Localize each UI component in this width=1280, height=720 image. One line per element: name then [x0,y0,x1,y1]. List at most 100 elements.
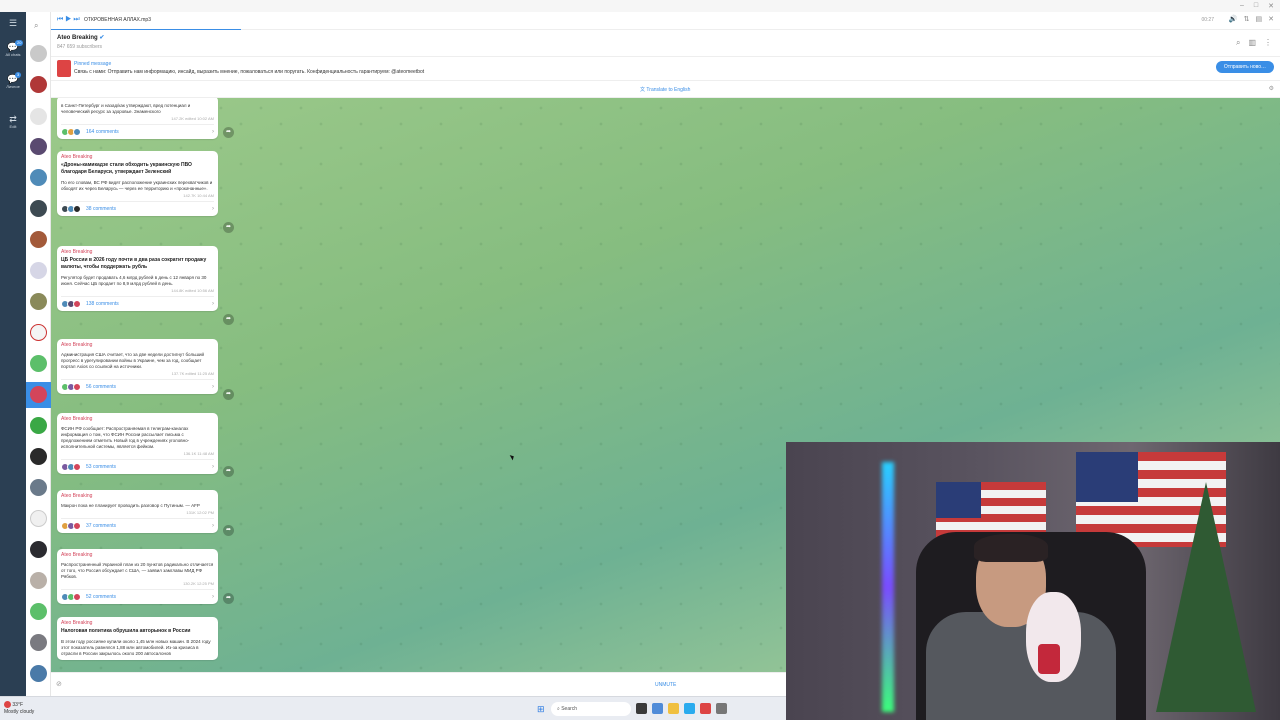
folder-personal[interactable]: 💬 3 Личное [0,72,26,89]
chat-avatar[interactable] [30,355,47,372]
chat-avatar[interactable] [30,138,47,155]
message-author[interactable]: Ateo Breaking [61,416,214,422]
chat-avatar[interactable] [30,572,47,589]
message-meta: 137.7K edited 11:25 AM [171,371,214,376]
translate-icon: 文 [640,87,646,93]
close-button[interactable]: ✕ [1268,2,1274,10]
message-author[interactable]: Ateo Breaking [61,493,214,499]
folder-all-chats[interactable]: 💬 20 All chats [0,40,26,57]
chat-avatar[interactable] [30,479,47,496]
forward-icon[interactable]: ➦ [223,314,234,325]
message-bubble[interactable]: Ateo Breaking Налоговая политика обрушил… [57,617,218,660]
message-bubble[interactable]: Ateo Breaking Макрон пока не планирует п… [57,490,218,533]
search-icon[interactable]: ⌕ [34,21,38,31]
message-author[interactable]: Ateo Breaking [61,342,214,348]
pinned-message-bar[interactable]: Pinned message Связь с нами: Отправить н… [51,57,1280,81]
telegram-icon[interactable] [684,703,695,714]
app-icon[interactable] [700,703,711,714]
message-body: в Санкт-Петербург и назад/как утверждают… [61,103,191,114]
header-tools: ⌕ ▥ ⋮ [1236,38,1272,48]
player-controls[interactable]: ⏮ ▶ ⏭ [57,16,80,24]
hamburger-icon: ☰ [8,18,18,28]
message-bubble[interactable]: Ateo Breaking ФСИН РФ сообщает: Распрост… [57,413,218,474]
forward-icon[interactable]: ➦ [223,593,234,604]
sidebar-toggle-icon[interactable]: ▥ [1248,38,1256,48]
volume-icon[interactable]: 🔊 [1229,15,1238,23]
message-bubble[interactable]: в Санкт-Петербург и назад/как утверждают… [57,98,218,139]
chat-avatar[interactable] [30,76,47,93]
paperclip-icon[interactable]: ⊘ [56,680,62,688]
more-options-icon[interactable]: ⋮ [1264,38,1272,48]
search-icon[interactable]: ⌕ [1236,38,1240,48]
translate-label: Translate to English [646,87,691,93]
chat-avatar[interactable] [30,231,47,248]
streamer-body [926,612,1116,720]
chat-avatar[interactable] [30,448,47,465]
comments-row[interactable]: 52 comments › [61,589,214,601]
forward-icon[interactable]: ➦ [223,466,234,477]
chat-avatar[interactable] [30,293,47,310]
comments-row[interactable]: 38 comments › [61,201,214,213]
weather-widget[interactable]: 33°F Mostly cloudy [4,701,34,716]
app-icon[interactable] [716,703,727,714]
comments-row[interactable]: 164 comments › [61,124,214,136]
commenter-avatars [61,593,81,601]
comments-row[interactable]: 53 comments › [61,459,214,471]
message-bubble[interactable]: Ateo Breaking ЦБ России в 2026 году почт… [57,246,218,311]
message-bubble[interactable]: Ateo Breaking «Дроны-камикадзе стали обх… [57,151,218,216]
message-body: Распространенный Украиной план из 20 пун… [61,562,214,579]
message-body: В этом году россияне купили около 1,45 м… [61,639,211,656]
comments-row[interactable]: 56 comments › [61,379,214,391]
repeat-icon[interactable]: ⇅ [1244,15,1250,23]
message-author[interactable]: Ateo Breaking [61,552,214,558]
forward-icon[interactable]: ➦ [223,222,234,233]
message-author[interactable]: Ateo Breaking [61,249,214,255]
maximize-button[interactable]: □ [1254,2,1258,10]
message-author[interactable]: Ateo Breaking [61,620,214,626]
chat-avatar[interactable] [30,262,47,279]
commenter-avatars [61,300,81,308]
close-player-icon[interactable]: ✕ [1268,15,1274,23]
comments-row[interactable]: 37 comments › [61,518,214,530]
message-body: По его словам, ВС РФ видят расположение … [61,180,213,191]
chat-avatar[interactable] [30,541,47,558]
chat-title-wrap[interactable]: Ateo Breaking ✔ [57,34,104,41]
playlist-icon[interactable]: ▤ [1256,15,1263,23]
app-icon[interactable] [652,703,663,714]
chat-title: Ateo Breaking [57,35,98,41]
forward-icon[interactable]: ➦ [223,389,234,400]
translate-settings-icon[interactable]: ⚙ [1269,85,1274,92]
message-author[interactable]: Ateo Breaking [61,154,214,160]
chat-avatar[interactable] [30,200,47,217]
pinned-action-button[interactable]: Отправить ново… [1215,61,1274,73]
forward-icon[interactable]: ➦ [223,127,234,138]
comments-row[interactable]: 138 comments › [61,296,214,308]
folder-edit-button[interactable]: ⇄ Edit [0,114,26,129]
translate-button[interactable]: 文 Translate to English [640,86,690,93]
chat-avatar[interactable] [30,510,47,527]
taskbar-search[interactable]: ⌕ Search [551,702,631,716]
track-title[interactable]: ОТКРОВЕННАЯ АЛЛАХ.mp3 [84,17,151,23]
hamburger-menu-button[interactable]: ☰ [0,18,26,28]
folder-rail: ☰ 💬 20 All chats 💬 3 Личное ⇄ Edit [0,12,26,696]
chat-avatar[interactable] [30,417,47,434]
chat-avatar[interactable] [30,169,47,186]
chevron-right-icon: › [212,301,214,307]
app-icon[interactable] [668,703,679,714]
unmute-button[interactable]: UNMUTE [655,682,676,688]
app-icon[interactable] [636,703,647,714]
chat-avatar[interactable] [30,603,47,620]
forward-icon[interactable]: ➦ [223,525,234,536]
chat-avatar[interactable] [30,324,47,341]
minimize-button[interactable]: – [1240,2,1244,10]
chat-avatar[interactable] [30,45,47,62]
chat-bubble-icon: 💬 [7,74,19,84]
chat-avatar[interactable] [30,386,47,403]
message-bubble[interactable]: Ateo Breaking Администрация США считает,… [57,339,218,394]
message-bubble[interactable]: Ateo Breaking Распространенный Украиной … [57,549,218,604]
windows-start-icon[interactable]: ⊞ [537,704,545,715]
chat-avatar[interactable] [30,665,47,682]
chat-avatar[interactable] [30,108,47,125]
chat-avatar[interactable] [30,634,47,651]
christmas-tree [1156,482,1256,712]
